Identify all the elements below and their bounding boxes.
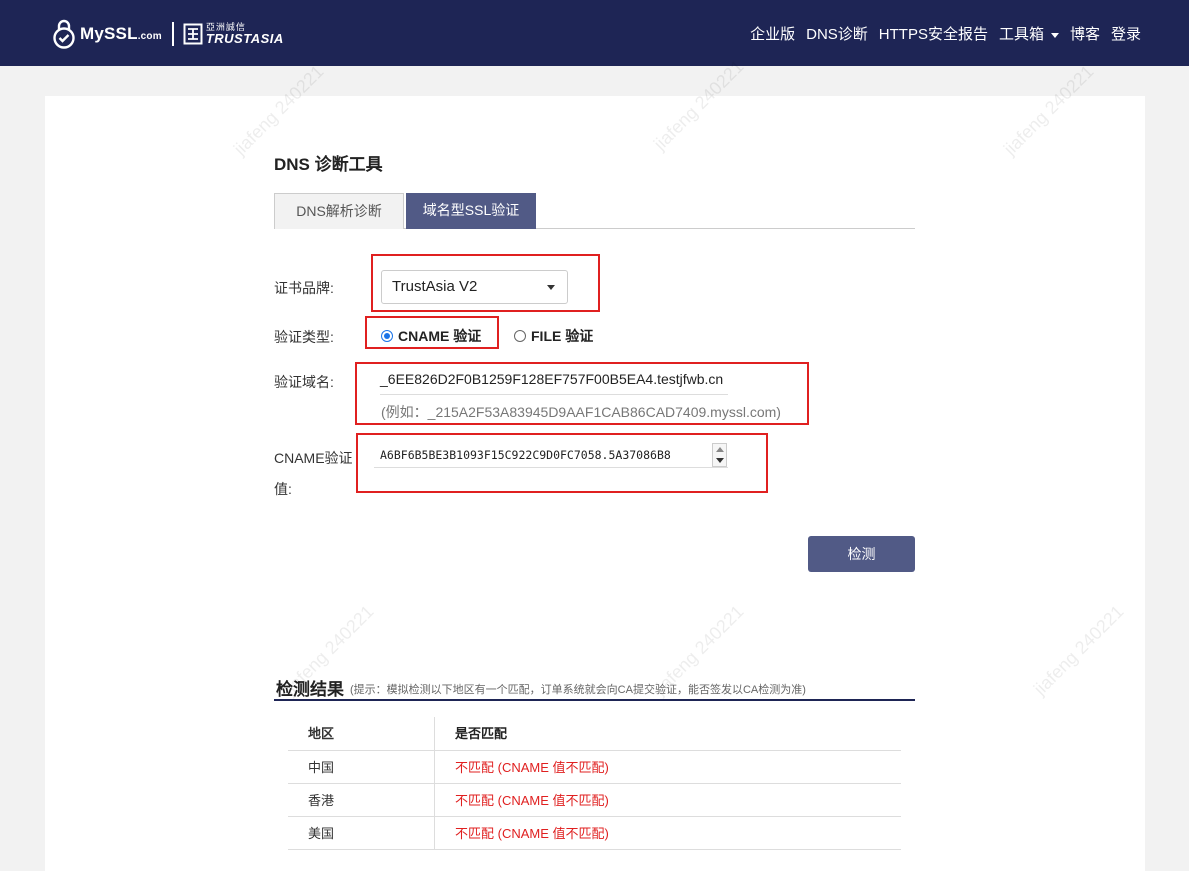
- column-divider: [434, 784, 435, 816]
- nav-login[interactable]: 登录: [1111, 23, 1141, 44]
- nav-enterprise[interactable]: 企业版: [750, 23, 795, 44]
- result-hint: (提示：模拟检测以下地区有一个匹配，订单系统就会向CA提交验证，能否签发以CA检…: [350, 684, 806, 696]
- table-header-row: 地区 是否匹配: [288, 717, 901, 751]
- table-row: 美国 不匹配 (CNAME 值不匹配): [288, 817, 901, 850]
- chevron-down-icon: [1050, 32, 1059, 38]
- column-divider: [434, 751, 435, 783]
- tab-domain-ssl-validation[interactable]: 域名型SSL验证: [406, 193, 536, 229]
- annotation-box-cname: [356, 433, 768, 493]
- match-status-cell: 不匹配 (CNAME 值不匹配): [455, 760, 609, 775]
- column-divider: [434, 817, 435, 849]
- site-logo[interactable]: MySSL.com 亞洲誠信 TRUSTASIA: [52, 18, 284, 50]
- top-navbar: MySSL.com 亞洲誠信 TRUSTASIA 企业版 DNS诊断 HTTPS…: [0, 0, 1189, 66]
- cname-label-line2: 值:: [274, 481, 292, 497]
- page-title: DNS 诊断工具: [274, 155, 383, 174]
- region-cell: 香港: [308, 793, 335, 808]
- annotation-box-brand: [371, 254, 600, 312]
- region-cell: 中国: [308, 760, 335, 775]
- annotation-box-type: [365, 316, 499, 349]
- logo-divider: [171, 22, 174, 46]
- match-status-cell: 不匹配 (CNAME 值不匹配): [455, 826, 609, 841]
- column-header-match: 是否匹配: [455, 726, 508, 741]
- nav-toolbox[interactable]: 工具箱: [999, 23, 1059, 44]
- result-divider: [274, 699, 915, 701]
- domain-label: 验证域名:: [274, 374, 334, 390]
- nav-https-report[interactable]: HTTPS安全报告: [879, 23, 988, 44]
- nav-blog[interactable]: 博客: [1070, 23, 1100, 44]
- radio-unchecked-icon: [514, 330, 526, 342]
- type-label: 验证类型:: [274, 329, 334, 345]
- nav-dns-diagnosis[interactable]: DNS诊断: [806, 23, 868, 44]
- cname-label-line1: CNAME验证: [274, 450, 353, 466]
- logo-text: MySSL.com: [80, 24, 162, 43]
- region-cell: 美国: [308, 826, 335, 841]
- main-nav: 企业版 DNS诊断 HTTPS安全报告 工具箱 博客 登录: [739, 23, 1141, 44]
- check-button[interactable]: 检测: [808, 536, 915, 572]
- annotation-box-domain: [355, 362, 809, 425]
- tab-dns-resolve[interactable]: DNS解析诊断: [274, 193, 404, 229]
- lock-check-icon: [52, 19, 76, 49]
- column-header-region: 地区: [308, 726, 335, 741]
- tab-bar: DNS解析诊断 域名型SSL验证: [274, 193, 915, 229]
- match-status-cell: 不匹配 (CNAME 值不匹配): [455, 793, 609, 808]
- brand-label: 证书品牌:: [274, 280, 334, 296]
- result-table: 地区 是否匹配 中国 不匹配 (CNAME 值不匹配) 香港 不匹配 (CNAM…: [288, 717, 901, 850]
- radio-file[interactable]: FILE 验证: [514, 326, 593, 346]
- table-row: 香港 不匹配 (CNAME 值不匹配): [288, 784, 901, 817]
- trustasia-logo-text: 亞洲誠信 TRUSTASIA: [205, 22, 284, 46]
- trustasia-emblem-icon: [183, 23, 203, 45]
- column-divider: [434, 717, 435, 750]
- radio-file-label: FILE 验证: [531, 328, 594, 344]
- table-row: 中国 不匹配 (CNAME 值不匹配): [288, 751, 901, 784]
